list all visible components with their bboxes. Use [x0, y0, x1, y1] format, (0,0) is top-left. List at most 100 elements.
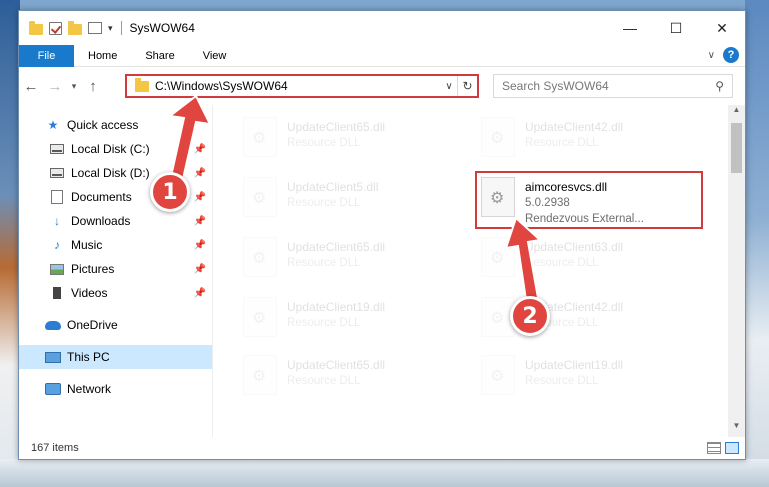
folder-icon[interactable]: [29, 20, 43, 35]
pin-icon[interactable]: 📌: [194, 168, 206, 179]
nav-label: OneDrive: [67, 318, 118, 332]
tab-home[interactable]: Home: [74, 50, 131, 62]
file-name: UpdateClient65.dll: [287, 120, 386, 134]
pin-icon[interactable]: 📌: [194, 288, 206, 299]
dll-file-icon: [243, 117, 277, 157]
file-item[interactable]: UpdateClient65.dll Resource DLL: [235, 235, 455, 285]
pin-icon[interactable]: 📌: [194, 240, 206, 251]
quick-access-toolbar: ▾: [19, 20, 113, 35]
file-name: UpdateClient65.dll: [287, 240, 386, 254]
address-bar[interactable]: C:\Windows\SysWOW64 ∨ ↻: [125, 74, 479, 98]
search-placeholder: Search SysWOW64: [502, 79, 609, 93]
file-item[interactable]: UpdateClient42.dllResource DLL: [473, 295, 693, 345]
downloads-icon: ↓: [54, 214, 60, 228]
star-icon: ★: [47, 118, 59, 132]
navigation-pane: ★ Quick access Local Disk (C:) 📌 Local D…: [19, 105, 213, 437]
main-content: ★ Quick access Local Disk (C:) 📌 Local D…: [19, 105, 745, 437]
scroll-down-icon[interactable]: ▼: [728, 421, 745, 437]
nav-quick-access[interactable]: ★ Quick access: [19, 113, 212, 137]
scroll-up-icon[interactable]: ▲: [728, 105, 745, 121]
nav-item-music[interactable]: ♪ Music 📌: [19, 233, 212, 257]
file-name: UpdateClient42.dll: [525, 120, 624, 134]
nav-label: Quick access: [67, 118, 139, 132]
nav-item-videos[interactable]: Videos 📌: [19, 281, 212, 305]
file-type: Resource DLL: [287, 317, 361, 329]
pin-icon[interactable]: 📌: [194, 264, 206, 275]
desktop-background-left: [0, 0, 20, 487]
title-separator: [120, 21, 122, 35]
desktop-background-bottom: [0, 459, 769, 487]
item-count: 167 items: [31, 442, 79, 454]
tab-share[interactable]: Share: [131, 50, 188, 62]
maximize-button[interactable]: ☐: [653, 11, 699, 45]
search-input[interactable]: Search SysWOW64 ⚲: [493, 74, 733, 98]
nav-item-pictures[interactable]: Pictures 📌: [19, 257, 212, 281]
ribbon-right-controls: ∨ ?: [708, 47, 739, 63]
forward-arrow-icon[interactable]: →: [43, 78, 67, 95]
details-view-icon[interactable]: [707, 442, 721, 454]
tab-view[interactable]: View: [189, 50, 241, 62]
tab-file[interactable]: File: [19, 44, 74, 67]
file-item[interactable]: UpdateClient65.dll Resource DLL: [235, 115, 455, 165]
dll-file-icon: [481, 237, 515, 277]
expand-ribbon-chevron-icon[interactable]: ∨: [708, 50, 715, 61]
cloud-icon: [45, 318, 61, 332]
computer-icon: [45, 350, 61, 364]
file-item[interactable]: UpdateClient42.dll Resource DLL: [473, 115, 693, 165]
back-arrow-icon[interactable]: ←: [19, 78, 43, 95]
file-name: UpdateClient5.dll: [287, 180, 379, 194]
help-icon[interactable]: ?: [723, 47, 739, 63]
refresh-icon[interactable]: ↻: [457, 76, 477, 96]
nav-network[interactable]: Network: [19, 377, 212, 401]
pin-icon[interactable]: 📌: [194, 192, 206, 203]
up-arrow-icon[interactable]: ↑: [81, 78, 105, 95]
nav-item-downloads[interactable]: ↓ Downloads 📌: [19, 209, 212, 233]
customize-toolbar-chevron-icon[interactable]: ▾: [108, 23, 113, 34]
pin-icon[interactable]: 📌: [194, 144, 206, 155]
file-type: Resource DLL: [525, 137, 599, 149]
step-1-badge: 1: [150, 172, 190, 212]
nav-item-local-disk-c[interactable]: Local Disk (C:) 📌: [19, 137, 212, 161]
file-item[interactable]: UpdateClient65.dll Resource DLL: [235, 353, 455, 403]
navigation-bar: ← → ▾ ↑ C:\Windows\SysWOW64 ∨ ↻ Search S…: [19, 67, 745, 105]
properties-check-icon[interactable]: [49, 21, 62, 35]
network-icon: [45, 382, 61, 396]
recent-locations-chevron-icon[interactable]: ▾: [67, 81, 81, 92]
status-bar: 167 items: [19, 437, 745, 459]
title-bar: ▾ SysWOW64 — ☐ ✕: [19, 11, 745, 45]
documents-icon: [49, 190, 65, 204]
file-type: Resource DLL: [287, 257, 361, 269]
file-item[interactable]: UpdateClient5.dll Resource DLL: [235, 175, 455, 225]
ribbon-tabs: File Home Share View ∨ ?: [19, 44, 745, 67]
nav-label: Videos: [71, 286, 108, 300]
new-folder-icon[interactable]: [68, 20, 82, 35]
file-highlight-box: [475, 171, 703, 229]
file-item[interactable]: UpdateClient19.dll Resource DLL: [235, 295, 455, 345]
address-dropdown-chevron-icon[interactable]: ∨: [441, 81, 457, 92]
nav-onedrive[interactable]: OneDrive: [19, 313, 212, 337]
rename-icon[interactable]: [88, 22, 102, 34]
vertical-scrollbar[interactable]: ▲ ▼: [728, 105, 745, 437]
videos-icon: [49, 286, 65, 300]
large-icons-view-icon[interactable]: [725, 442, 739, 454]
nav-label: Local Disk (C:): [71, 142, 150, 156]
file-name: UpdateClient19.dll: [287, 300, 386, 314]
address-path[interactable]: C:\Windows\SysWOW64: [155, 79, 441, 93]
pin-icon[interactable]: 📌: [194, 216, 206, 227]
scrollbar-thumb[interactable]: [731, 123, 742, 173]
dll-file-icon: [243, 237, 277, 277]
dll-file-icon: [243, 177, 277, 217]
nav-label: Network: [67, 382, 112, 396]
file-item[interactable]: UpdateClient63.dll Resource DLL: [473, 235, 693, 285]
file-item[interactable]: UpdateClient19.dll Resource DLL: [473, 353, 693, 403]
close-button[interactable]: ✕: [699, 11, 745, 45]
step-2-badge: 2: [510, 296, 550, 336]
folder-icon: [135, 77, 149, 92]
file-list: UpdateClient65.dll Resource DLL UpdateCli…: [213, 105, 745, 437]
minimize-button[interactable]: —: [607, 11, 653, 45]
file-type: Resource DLL: [287, 375, 361, 387]
nav-this-pc[interactable]: This PC: [19, 345, 212, 369]
desktop-background-right: [745, 0, 769, 487]
drive-icon: [49, 142, 65, 156]
file-name: UpdateClient63.dll: [525, 240, 624, 254]
